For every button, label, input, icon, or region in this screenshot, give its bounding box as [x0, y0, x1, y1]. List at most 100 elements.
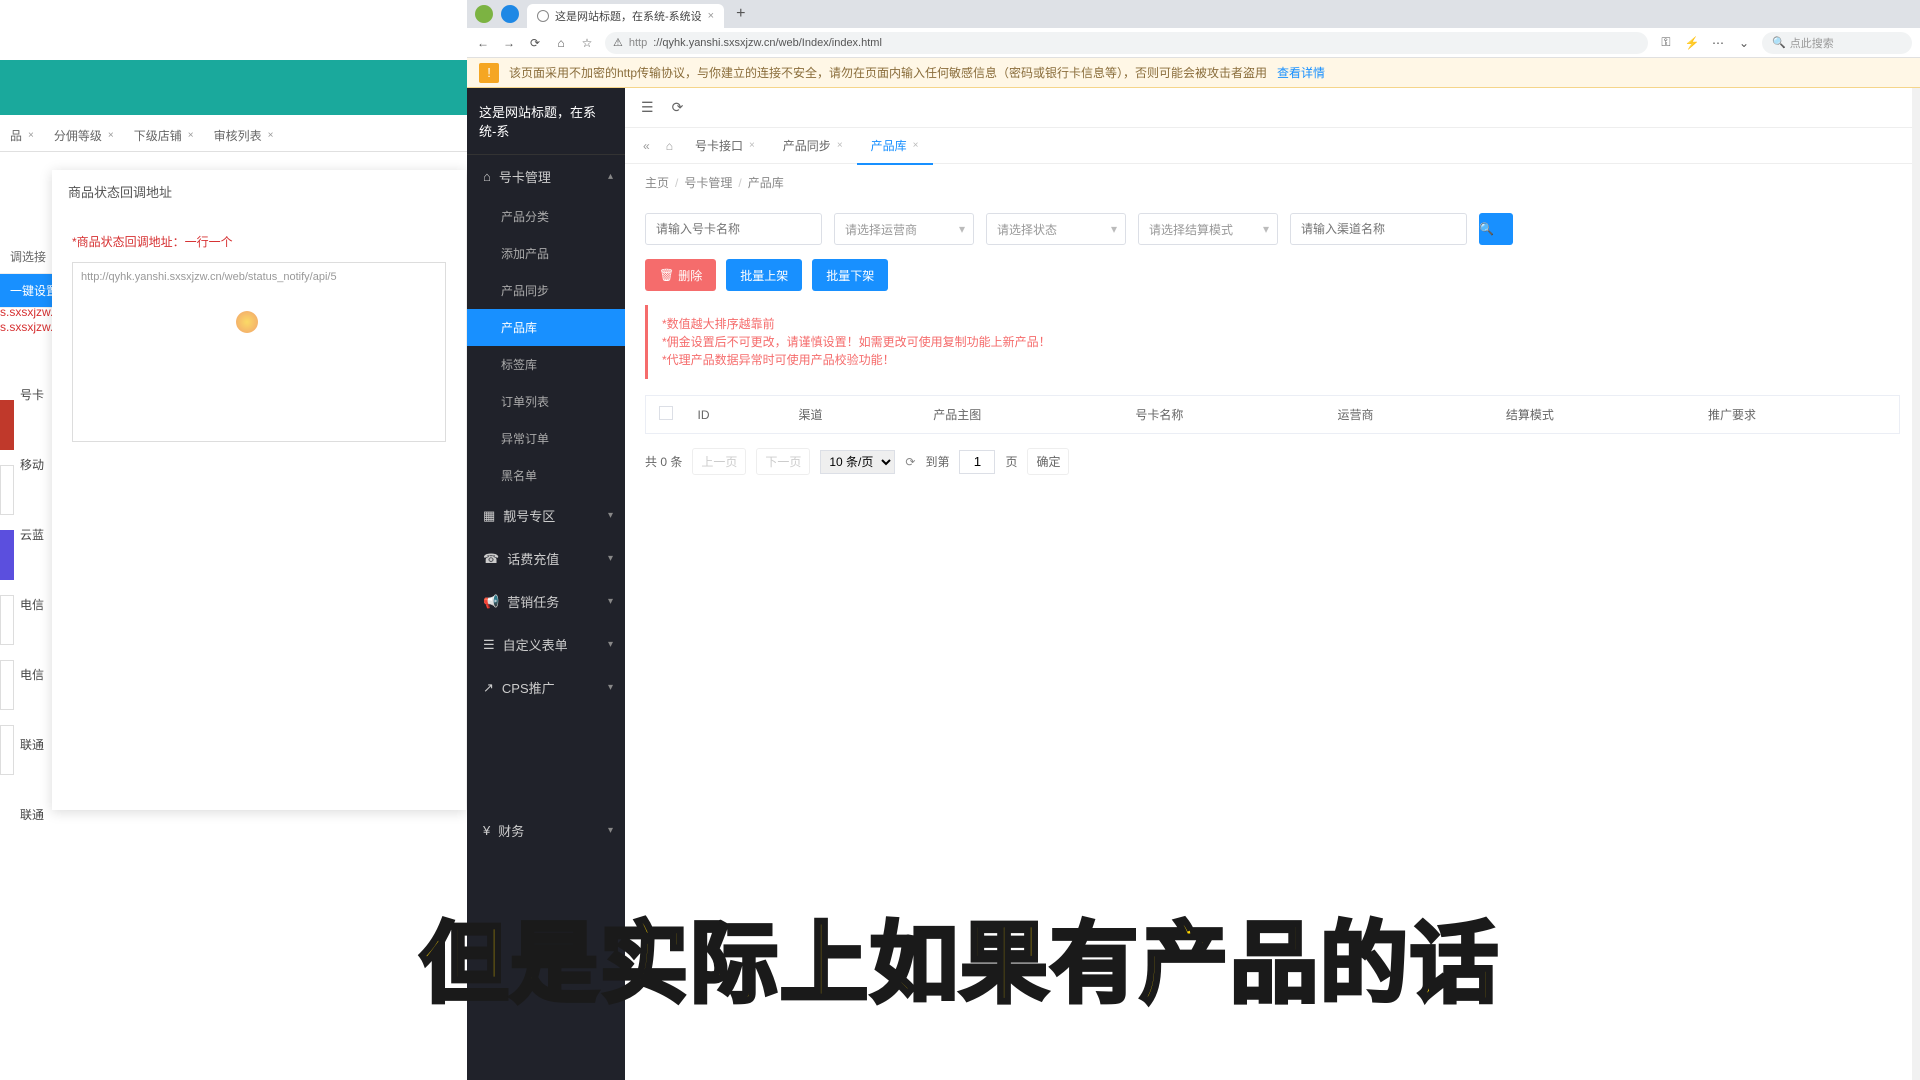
sidebar-item-blacklist[interactable]: 黑名单	[467, 457, 625, 494]
sidebar-item-orders[interactable]: 订单列表	[467, 383, 625, 420]
card-name-input[interactable]	[645, 213, 822, 245]
search-box[interactable]: 🔍 点此搜索	[1762, 32, 1912, 54]
batch-up-button[interactable]: 批量上架	[726, 259, 802, 291]
sidebar-item-sync[interactable]: 产品同步	[467, 272, 625, 309]
grid-icon: ▦	[483, 508, 495, 524]
bg-thumbs	[0, 400, 14, 790]
form-icon: ☰	[483, 637, 495, 653]
sidebar-item-products[interactable]: 产品库	[467, 309, 625, 346]
next-page[interactable]: 下一页	[756, 448, 810, 475]
status-select[interactable]: 请选择状态	[986, 213, 1126, 245]
batch-down-button[interactable]: 批量下架	[812, 259, 888, 291]
col-promo: 推广要求	[1696, 396, 1900, 434]
channel-input[interactable]	[1290, 213, 1467, 245]
insecure-icon: ⚠	[613, 36, 623, 49]
select-all-col[interactable]	[646, 396, 686, 434]
browser-tabbar: 这是网站标题，在系统-系统设 × +	[467, 0, 1920, 28]
bg-side: 调选接 一键设置佣	[0, 240, 52, 308]
tabs-home-icon[interactable]: ⌂	[658, 139, 681, 153]
home-outline-icon: ⌂	[483, 169, 491, 184]
pagination: 共 0 条 上一页 下一页 10 条/页 ⟳ 到第 页 确定	[645, 434, 1900, 489]
product-table: ID 渠道 产品主图 号卡名称 运营商 结算模式 推广要求	[645, 395, 1900, 434]
scrollbar[interactable]	[1912, 88, 1920, 1080]
trash-icon: 🗑	[659, 268, 674, 282]
refresh-icon[interactable]: ⟳	[905, 455, 915, 469]
close-icon[interactable]: ×	[708, 10, 714, 22]
tab-product-sync[interactable]: 产品同步×	[769, 128, 857, 164]
sidebar-group-cards[interactable]: ⌂ 号卡管理▴	[467, 155, 625, 198]
sidebar-group-forms[interactable]: ☰自定义表单▾	[467, 623, 625, 666]
reload-icon[interactable]: ⟳	[527, 36, 543, 50]
cursor-highlight	[236, 311, 258, 333]
breadcrumb: 主页/号卡管理/产品库	[625, 164, 1920, 201]
key-icon[interactable]: ⚿	[1658, 35, 1674, 50]
sidebar-group-marketing[interactable]: 📢营销任务▾	[467, 580, 625, 623]
sidebar-item-add[interactable]: 添加产品	[467, 235, 625, 272]
goto-confirm[interactable]: 确定	[1027, 448, 1069, 475]
sidebar-item-category[interactable]: 产品分类	[467, 198, 625, 235]
sidebar-item-abnormal[interactable]: 异常订单	[467, 420, 625, 457]
settle-select[interactable]: 请选择结算模式	[1138, 213, 1278, 245]
favorite-icon[interactable]: ☆	[579, 36, 595, 50]
app-tabs: « ⌂ 号卡接口× 产品同步× 产品库×	[625, 128, 1920, 164]
sidebar-group-recharge[interactable]: ☎话费充值▾	[467, 537, 625, 580]
top-bar: ☰ ⟳	[625, 88, 1920, 128]
new-tab-button[interactable]: +	[728, 5, 753, 23]
phone-icon: ☎	[483, 551, 499, 567]
callback-url-modal: 商品状态回调地址 *商品状态回调地址：一行一个	[52, 170, 466, 810]
back-icon[interactable]: ←	[475, 36, 491, 50]
callback-url-textarea[interactable]	[72, 262, 446, 442]
tabs-prev-icon[interactable]: «	[635, 139, 658, 153]
profile-icon[interactable]	[475, 5, 493, 23]
address-bar[interactable]: ⚠ http ://qyhk.yanshi.sxsxjzw.cn/web/Ind…	[605, 32, 1648, 54]
chevron-down-icon[interactable]: ⌄	[1736, 36, 1752, 50]
prev-page[interactable]: 上一页	[692, 448, 746, 475]
warning-details-link[interactable]: 查看详情	[1277, 64, 1325, 81]
site-title: 这是网站标题，在系统-系	[467, 88, 625, 155]
home-icon[interactable]: ⌂	[553, 36, 569, 50]
browser-icon[interactable]	[501, 5, 519, 23]
tab-product-lib[interactable]: 产品库×	[857, 128, 933, 164]
close-icon[interactable]: ×	[749, 140, 755, 151]
search-icon: 🔍	[1772, 36, 1786, 49]
browser-tab[interactable]: 这是网站标题，在系统-系统设 ×	[527, 4, 724, 28]
tips-panel: *数值越大排序越靠前 *佣金设置后不可更改，请谨慎设置！如需更改可使用复制功能上…	[645, 305, 1900, 379]
browser-toolbar: ← → ⟳ ⌂ ☆ ⚠ http ://qyhk.yanshi.sxsxjzw.…	[467, 28, 1920, 58]
speaker-icon: 📢	[483, 594, 499, 610]
close-icon[interactable]: ×	[837, 140, 843, 151]
sidebar-item-tags[interactable]: 标签库	[467, 346, 625, 383]
bg-tabs: 品× 分佣等级× 下级店铺× 审核列表×	[0, 120, 467, 152]
forward-icon[interactable]: →	[501, 36, 517, 50]
col-settle: 结算模式	[1494, 396, 1696, 434]
action-row: 🗑删除 批量上架 批量下架	[645, 259, 1900, 291]
page-size-select[interactable]: 10 条/页	[820, 450, 895, 474]
operator-select[interactable]: 请选择运营商	[834, 213, 974, 245]
warning-icon: !	[479, 63, 499, 83]
bg-tab[interactable]: 下级店铺×	[124, 127, 204, 144]
sidebar-group-lianghao[interactable]: ▦靓号专区▾	[467, 494, 625, 537]
sidebar-group-finance[interactable]: ¥财务▾	[467, 809, 625, 852]
flash-icon[interactable]: ⚡	[1684, 36, 1700, 50]
bg-header	[0, 60, 467, 115]
bg-tab[interactable]: 分佣等级×	[44, 127, 124, 144]
bg-tab[interactable]: 审核列表×	[204, 127, 284, 144]
share-icon: ↗	[483, 680, 494, 696]
video-subtitle: 但是实际上如果有产品的话	[420, 893, 1500, 1020]
col-name: 号卡名称	[1123, 396, 1325, 434]
tab-card-api[interactable]: 号卡接口×	[681, 128, 769, 164]
col-image: 产品主图	[921, 396, 1123, 434]
page-number-input[interactable]	[959, 450, 995, 474]
modal-title: 商品状态回调地址	[52, 170, 466, 213]
menu-toggle-icon[interactable]: ☰	[641, 99, 654, 116]
bg-tab[interactable]: 品×	[0, 127, 44, 144]
delete-button[interactable]: 🗑删除	[645, 259, 716, 291]
sidebar-group-cps[interactable]: ↗CPS推广▾	[467, 666, 625, 709]
modal-required-label: *商品状态回调地址：一行一个	[72, 233, 446, 250]
globe-icon	[537, 10, 549, 22]
search-button[interactable]: 🔍	[1479, 213, 1513, 245]
wallet-icon: ¥	[483, 823, 490, 838]
content: 请选择运营商 请选择状态 请选择结算模式 🔍 🗑删除 批量上架 批量下架 *数值…	[625, 201, 1920, 501]
refresh-icon[interactable]: ⟳	[672, 99, 684, 116]
menu-icon[interactable]: ⋯	[1710, 36, 1726, 50]
close-icon[interactable]: ×	[913, 140, 919, 151]
